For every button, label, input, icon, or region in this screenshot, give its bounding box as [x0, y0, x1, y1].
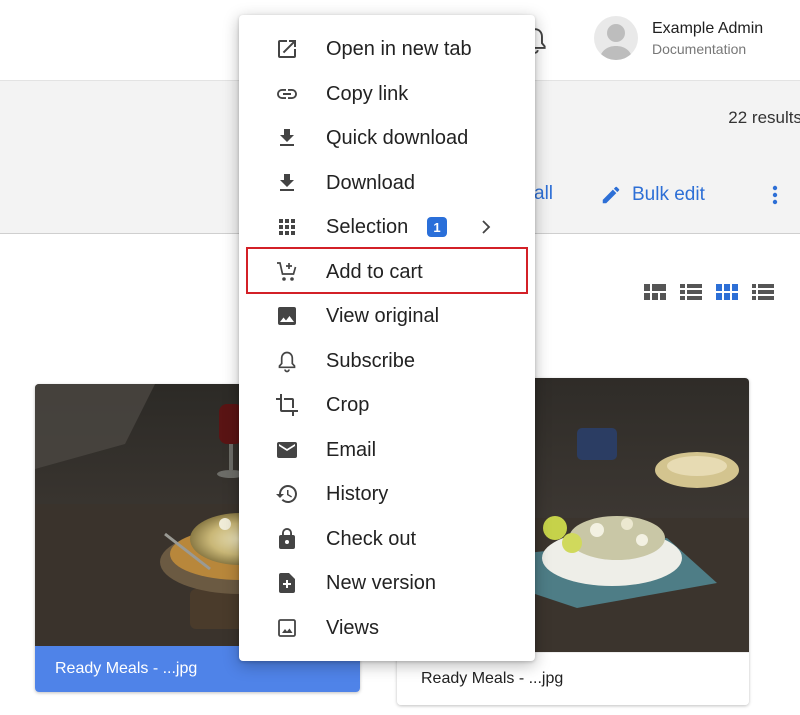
bulk-edit-button[interactable]: Bulk edit	[600, 180, 705, 210]
menu-item-selection[interactable]: Selection 1	[239, 207, 535, 247]
menu-item-quick-download[interactable]: Quick download	[239, 118, 535, 158]
detail-list-view-icon[interactable]	[752, 284, 774, 300]
selection-count-badge: 1	[427, 217, 447, 237]
grid-icon	[275, 215, 299, 239]
grid-view-icon[interactable]	[716, 284, 738, 300]
bell-icon	[275, 349, 299, 373]
menu-item-label: Download	[326, 171, 415, 194]
user-role: Documentation	[652, 41, 747, 57]
chevron-right-icon	[480, 217, 492, 237]
views-icon	[275, 616, 299, 640]
new-file-icon	[275, 571, 299, 595]
menu-item-history[interactable]: History	[239, 474, 535, 514]
menu-item-view-original[interactable]: View original	[239, 296, 535, 336]
download-icon	[275, 171, 299, 195]
menu-item-subscribe[interactable]: Subscribe	[239, 341, 535, 381]
menu-item-views[interactable]: Views	[239, 608, 535, 648]
menu-item-label: View original	[326, 304, 440, 327]
menu-item-label: Check out	[326, 527, 417, 550]
menu-item-label: Selection	[326, 215, 409, 238]
menu-item-label: Email	[326, 438, 377, 461]
lock-icon	[275, 527, 299, 551]
list-view-icon[interactable]	[680, 284, 702, 300]
menu-item-add-to-cart[interactable]: Add to cart	[239, 252, 535, 292]
compact-grid-view-icon[interactable]	[644, 284, 666, 300]
view-mode-switcher	[644, 284, 774, 304]
menu-item-label: Add to cart	[326, 260, 423, 283]
user-name[interactable]: Example Admin	[652, 20, 763, 38]
add-to-cart-icon	[275, 260, 299, 284]
menu-item-label: Views	[326, 616, 379, 639]
menu-item-copy-link[interactable]: Copy link	[239, 74, 535, 114]
menu-item-check-out[interactable]: Check out	[239, 519, 535, 559]
envelope-icon	[275, 438, 299, 462]
menu-item-new-version[interactable]: New version	[239, 563, 535, 603]
menu-item-crop[interactable]: Crop	[239, 385, 535, 425]
select-all-button[interactable]: all	[534, 183, 553, 205]
menu-item-label: Copy link	[326, 82, 409, 105]
download-icon	[275, 126, 299, 150]
menu-item-label: New version	[326, 571, 437, 594]
open-in-new-tab-icon	[275, 37, 299, 61]
menu-item-label: Subscribe	[326, 349, 415, 372]
avatar[interactable]	[594, 16, 638, 60]
link-icon	[275, 82, 299, 106]
history-icon	[275, 482, 299, 506]
image-icon	[275, 304, 299, 328]
bulk-edit-label: Bulk edit	[632, 184, 705, 205]
context-menu: Open in new tab Copy link Quick download…	[239, 15, 535, 661]
menu-item-label: Quick download	[326, 126, 469, 149]
crop-icon	[275, 393, 299, 417]
more-options-icon[interactable]	[768, 181, 782, 209]
menu-item-label: Crop	[326, 393, 370, 416]
pencil-icon	[602, 186, 620, 204]
menu-item-label: History	[326, 482, 389, 505]
results-count: 22 results	[728, 108, 800, 127]
menu-item-label: Open in new tab	[326, 37, 472, 60]
menu-item-open-in-new-tab[interactable]: Open in new tab	[239, 29, 535, 69]
menu-item-email[interactable]: Email	[239, 430, 535, 470]
menu-item-download[interactable]: Download	[239, 163, 535, 203]
